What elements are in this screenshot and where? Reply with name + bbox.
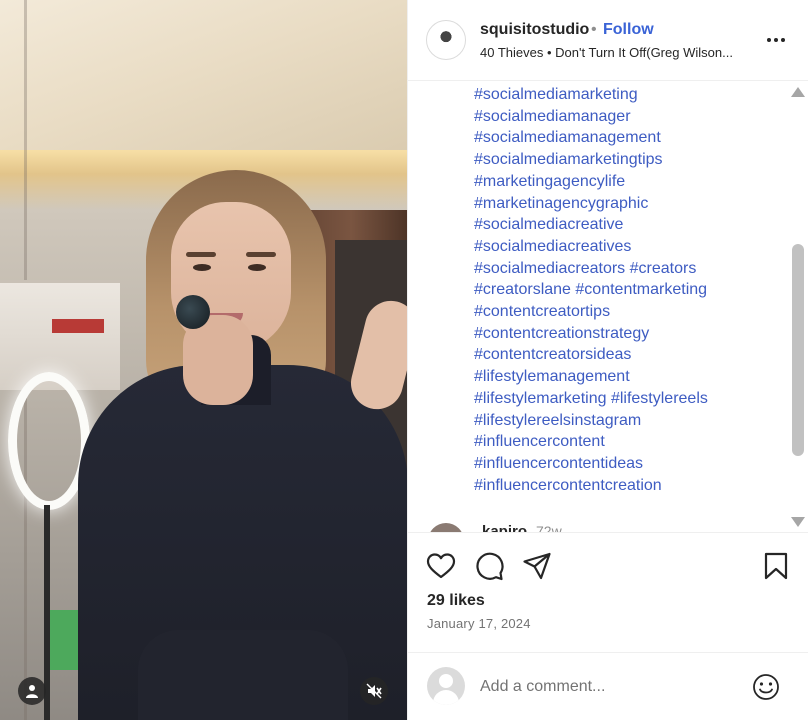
post-date: January 17, 2024 bbox=[427, 616, 531, 631]
emoji-picker-icon[interactable] bbox=[751, 672, 781, 702]
more-horizontal-icon-dot bbox=[774, 38, 778, 42]
commenter-username[interactable]: kapiro bbox=[482, 523, 527, 532]
hashtag-line: #socialmediacreative bbox=[474, 214, 774, 236]
person-raised-hand bbox=[345, 295, 407, 415]
current-user-avatar bbox=[427, 667, 465, 705]
like-heart-icon[interactable] bbox=[426, 551, 456, 581]
hashtag-list: #socialmediamarketing #socialmediamanager… bbox=[474, 84, 774, 496]
comment-input[interactable] bbox=[480, 675, 740, 699]
person-brow bbox=[246, 252, 276, 257]
profile-avatar[interactable] bbox=[426, 20, 466, 60]
hashtag-line: #contentcreatortips bbox=[474, 301, 774, 323]
scroll-up-arrow[interactable] bbox=[791, 87, 805, 97]
scrollbar-thumb[interactable] bbox=[792, 244, 804, 456]
hashtag-line: #lifestylemarketing #lifestylereels bbox=[474, 388, 774, 410]
post-header: squisitostudio • Follow 40 Thieves • Don… bbox=[408, 0, 808, 81]
hashtag-line: #contentcreatorsideas bbox=[474, 344, 774, 366]
hashtag-line: #influencercontentideas bbox=[474, 453, 774, 475]
hashtag-line: #socialmediacreators #creators bbox=[474, 258, 774, 280]
hashtag-line: #influencercontent bbox=[474, 431, 774, 453]
post-video[interactable] bbox=[0, 0, 407, 720]
hashtag-link[interactable]: #influencercontentcreation bbox=[474, 477, 662, 494]
hashtag-link[interactable]: #socialmediamarketingtips bbox=[474, 151, 663, 168]
post-actions: 29 likes January 17, 2024 bbox=[408, 532, 808, 652]
microphone bbox=[176, 295, 210, 329]
hashtag-link[interactable]: #socialmediamanager bbox=[474, 108, 631, 125]
hashtag-link[interactable]: #contentmarketing bbox=[575, 281, 707, 298]
video-background-ceiling bbox=[0, 0, 407, 175]
audio-track-link[interactable]: 40 Thieves • Don't Turn It Off(Greg Wils… bbox=[480, 45, 760, 60]
hashtag-line: #socialmediacreatives bbox=[474, 236, 774, 258]
hashtag-line: #socialmediamarketingtips bbox=[474, 149, 774, 171]
default-avatar-head bbox=[439, 674, 453, 688]
hashtag-link[interactable]: #influencercontentideas bbox=[474, 455, 643, 472]
likes-count[interactable]: 29 likes bbox=[427, 592, 485, 610]
scroll-down-arrow[interactable] bbox=[791, 517, 805, 527]
comment-icon[interactable] bbox=[474, 551, 504, 581]
brand-logo-icon bbox=[435, 29, 457, 51]
volume-muted-icon bbox=[366, 683, 382, 699]
hashtag-link[interactable]: #contentcreationstrategy bbox=[474, 325, 649, 342]
tagged-users-button[interactable] bbox=[18, 677, 46, 705]
hashtag-link[interactable]: #contentcreatortips bbox=[474, 303, 610, 320]
person-pants bbox=[138, 630, 348, 720]
more-horizontal-icon-dot bbox=[781, 38, 785, 42]
hashtag-link[interactable]: #marketinagencygraphic bbox=[474, 195, 648, 212]
hashtag-link[interactable]: #lifestylemarketing bbox=[474, 390, 607, 407]
user-icon bbox=[26, 685, 38, 698]
comment-preview: kapiro 72w bbox=[428, 520, 788, 532]
hashtag-line: #socialmediamanagement bbox=[474, 127, 774, 149]
hashtag-link[interactable]: #creatorslane bbox=[474, 281, 571, 298]
bookmark-save-icon[interactable] bbox=[761, 551, 791, 581]
default-avatar-body bbox=[433, 690, 459, 705]
more-options-button[interactable] bbox=[764, 30, 788, 50]
hashtag-line: #marketingagencylife bbox=[474, 171, 774, 193]
mute-button[interactable] bbox=[360, 677, 388, 705]
hashtag-link[interactable]: #socialmediacreators bbox=[474, 260, 625, 277]
follow-button[interactable]: Follow bbox=[603, 21, 654, 39]
caption-area: #socialmediamarketing #socialmediamanager… bbox=[408, 82, 808, 532]
person-eye bbox=[193, 264, 211, 271]
video-person bbox=[58, 160, 407, 720]
username-link[interactable]: squisitostudio bbox=[480, 21, 589, 39]
add-comment-bar bbox=[408, 652, 808, 720]
hashtag-link[interactable]: #influencercontent bbox=[474, 433, 605, 450]
hashtag-link[interactable]: #contentcreatorsideas bbox=[474, 346, 631, 363]
hashtag-line: #socialmediamanager bbox=[474, 106, 774, 128]
hashtag-link[interactable]: #marketingagencylife bbox=[474, 173, 625, 190]
hashtag-link[interactable]: #socialmediacreative bbox=[474, 216, 623, 233]
hashtag-link[interactable]: #lifestylereelsinstagram bbox=[474, 412, 641, 429]
person-eye bbox=[248, 264, 266, 271]
hashtag-link[interactable]: #socialmediacreatives bbox=[474, 238, 631, 255]
hashtag-line: #influencercontentcreation bbox=[474, 475, 774, 497]
separator-dot: • bbox=[591, 21, 597, 38]
hashtag-link[interactable]: #socialmediamanagement bbox=[474, 129, 661, 146]
hashtag-line: #lifestylemanagement bbox=[474, 366, 774, 388]
commenter-avatar[interactable] bbox=[428, 523, 464, 532]
hashtag-line: #socialmediamarketing bbox=[474, 84, 774, 106]
hashtag-line: #lifestylereelsinstagram bbox=[474, 410, 774, 432]
hashtag-line: #contentcreationstrategy bbox=[474, 323, 774, 345]
post-detail-panel: squisitostudio • Follow 40 Thieves • Don… bbox=[407, 0, 808, 720]
share-send-icon[interactable] bbox=[522, 551, 552, 581]
person-brow bbox=[186, 252, 216, 257]
hashtag-link[interactable]: #socialmediamarketing bbox=[474, 86, 638, 103]
more-horizontal-icon bbox=[767, 38, 771, 42]
comment-timestamp: 72w bbox=[536, 523, 562, 532]
hashtag-link[interactable]: #lifestylereels bbox=[611, 390, 708, 407]
hashtag-link[interactable]: #creators bbox=[630, 260, 697, 277]
hashtag-line: #marketinagencygraphic bbox=[474, 193, 774, 215]
hashtag-link[interactable]: #lifestylemanagement bbox=[474, 368, 630, 385]
hashtag-line: #creatorslane #contentmarketing bbox=[474, 279, 774, 301]
